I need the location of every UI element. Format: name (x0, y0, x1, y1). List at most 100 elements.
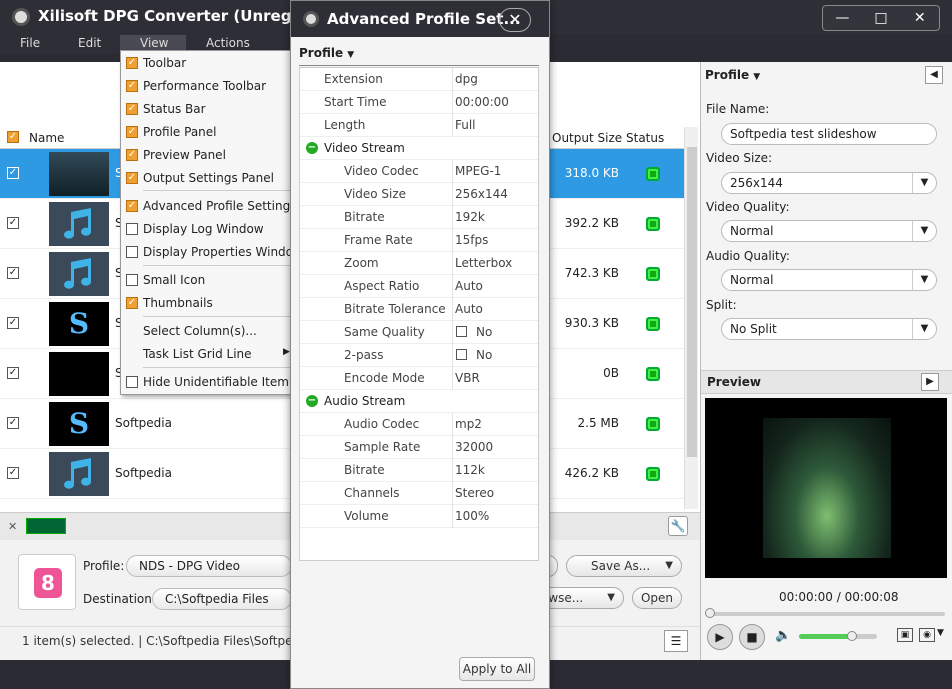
prop-value[interactable]: Stereo (455, 486, 494, 500)
scrollbar-thumb[interactable] (687, 147, 697, 457)
prop-value[interactable]: mp2 (455, 417, 482, 431)
menu-item-display-properties-window[interactable]: Display Properties Window (121, 241, 303, 263)
video-size-select[interactable]: 256x144 ▼ (721, 172, 937, 194)
menu-item-advanced-profile-settings[interactable]: ✓ Advanced Profile Settings (121, 195, 296, 217)
expand-icon[interactable]: ▶ (921, 373, 939, 391)
file-name-input[interactable]: Softpedia test slideshow (721, 123, 937, 145)
prop-row[interactable]: Bitrate 112k (300, 459, 538, 482)
menu-item-profile-panel[interactable]: ✓ Profile Panel (121, 121, 295, 143)
menu-item-hide-unidentifiable[interactable]: Hide Unidentifiable Item(s) (121, 371, 305, 393)
row-checkbox[interactable]: ✓ (7, 167, 19, 179)
volume-handle[interactable] (847, 631, 857, 641)
prop-row[interactable]: Sample Rate 32000 (300, 436, 538, 459)
audio-quality-select[interactable]: Normal ▼ (721, 269, 937, 291)
menu-item-output-settings-panel[interactable]: ✓ Output Settings Panel (121, 167, 295, 189)
collapse-icon[interactable]: − (306, 395, 318, 407)
same-quality-checkbox[interactable] (456, 326, 467, 337)
prop-row[interactable]: Length Full (300, 114, 538, 137)
menu-item-performance-toolbar[interactable]: ✓ Performance Toolbar (121, 75, 295, 97)
save-as-button[interactable]: Save As... ▼ (566, 555, 682, 577)
col-status[interactable]: Status (626, 131, 664, 145)
seek-handle[interactable] (705, 608, 715, 618)
prop-row[interactable]: Volume 100% (300, 505, 538, 528)
vertical-scrollbar[interactable] (684, 127, 698, 509)
prop-group-video[interactable]: − Video Stream (300, 137, 538, 160)
prop-row[interactable]: Bitrate Tolerance Auto (300, 298, 538, 321)
prop-row[interactable]: Channels Stereo (300, 482, 538, 505)
row-checkbox[interactable]: ✓ (7, 367, 19, 379)
row-checkbox[interactable]: ✓ (7, 467, 19, 479)
open-button[interactable]: Open (632, 587, 682, 609)
menu-item-toolbar[interactable]: ✓ Toolbar (121, 52, 295, 74)
prop-value[interactable]: Auto (455, 302, 483, 316)
row-checkbox[interactable]: ✓ (7, 317, 19, 329)
prop-row[interactable]: Start Time 00:00:00 (300, 91, 538, 114)
menu-item-display-log-window[interactable]: Display Log Window (121, 218, 295, 240)
destination-field[interactable]: C:\Softpedia Files (152, 588, 292, 610)
dialog-close-button[interactable]: ✕ (499, 8, 531, 32)
prop-row[interactable]: 2-pass No (300, 344, 538, 367)
menu-item-task-list-grid-line[interactable]: Task List Grid Line ▶ (121, 343, 295, 365)
camera-icon[interactable]: ◉ (919, 628, 935, 642)
video-quality-select[interactable]: Normal ▼ (721, 220, 937, 242)
stop-icon[interactable]: ■ (739, 624, 765, 650)
prop-value[interactable]: 112k (455, 463, 485, 477)
dialog-title-bar[interactable]: Advanced Profile Set... ✕ (291, 1, 549, 37)
play-icon[interactable]: ▶ (707, 624, 733, 650)
prop-row[interactable]: Extension dpg (300, 68, 538, 91)
prop-row[interactable]: Same Quality No (300, 321, 538, 344)
profile-panel-header[interactable]: Profile ▼ (705, 68, 760, 82)
apply-to-all-button[interactable]: Apply to All (459, 657, 535, 681)
prop-row[interactable]: Audio Codec mp2 (300, 413, 538, 436)
prop-value[interactable]: 00:00:00 (455, 95, 509, 109)
menu-item-select-columns[interactable]: Select Column(s)... (121, 320, 295, 342)
minimize-button[interactable]: — (823, 6, 862, 30)
menu-item-thumbnails[interactable]: ✓ Thumbnails (121, 292, 295, 314)
select-all-checkbox[interactable]: ✓ (7, 131, 19, 143)
maximize-button[interactable]: □ (862, 6, 901, 30)
split-select[interactable]: No Split ▼ (721, 318, 937, 340)
prop-value[interactable]: Letterbox (455, 256, 512, 270)
prop-row[interactable]: Video Codec MPEG-1 (300, 160, 538, 183)
row-checkbox[interactable]: ✓ (7, 267, 19, 279)
snapshot-folder-icon[interactable]: ▣ (897, 628, 913, 642)
wrench-icon[interactable]: 🔧 (668, 516, 688, 536)
menu-edit[interactable]: Edit (78, 36, 101, 50)
prop-value[interactable]: VBR (455, 371, 480, 385)
volume-slider[interactable] (799, 631, 877, 641)
prop-row[interactable]: Video Size 256x144 (300, 183, 538, 206)
prop-row[interactable]: Encode Mode VBR (300, 367, 538, 390)
menu-item-small-icon[interactable]: Small Icon (121, 269, 295, 291)
dialog-profile-menu[interactable]: Profile ▼ (299, 46, 354, 60)
prop-value[interactable]: Full (455, 118, 476, 132)
prop-value[interactable]: 15fps (455, 233, 488, 247)
menu-file[interactable]: File (20, 36, 40, 50)
menu-item-status-bar[interactable]: ✓ Status Bar (121, 98, 295, 120)
log-icon[interactable]: ☰ (664, 630, 688, 652)
collapse-icon[interactable]: − (306, 142, 318, 154)
prop-row[interactable]: Bitrate 192k (300, 206, 538, 229)
volume-icon[interactable]: 🔈 (775, 628, 791, 643)
row-checkbox[interactable]: ✓ (7, 217, 19, 229)
prop-row[interactable]: Zoom Letterbox (300, 252, 538, 275)
row-checkbox[interactable]: ✓ (7, 417, 19, 429)
prop-value[interactable]: 32000 (455, 440, 493, 454)
col-output-size[interactable]: Output Size (552, 131, 622, 145)
prop-value[interactable]: MPEG-1 (455, 164, 501, 178)
close-icon[interactable]: ✕ (8, 520, 17, 533)
prop-value[interactable]: Auto (455, 279, 483, 293)
prop-value[interactable]: dpg (455, 72, 478, 86)
profile-combo[interactable]: NDS - DPG Video (126, 555, 292, 577)
prop-value[interactable]: 256x144 (455, 187, 508, 201)
col-name[interactable]: Name (29, 131, 64, 145)
two-pass-checkbox[interactable] (456, 349, 467, 360)
chevron-down-icon[interactable]: ▼ (937, 628, 944, 638)
prop-value[interactable]: 192k (455, 210, 485, 224)
prop-group-audio[interactable]: − Audio Stream (300, 390, 538, 413)
close-button[interactable]: ✕ (900, 6, 939, 30)
menu-actions[interactable]: Actions (206, 36, 250, 50)
menu-item-preview-panel[interactable]: ✓ Preview Panel (121, 144, 295, 166)
prop-row[interactable]: Aspect Ratio Auto (300, 275, 538, 298)
seek-bar[interactable] (705, 608, 945, 618)
prop-value[interactable]: 100% (455, 509, 489, 523)
